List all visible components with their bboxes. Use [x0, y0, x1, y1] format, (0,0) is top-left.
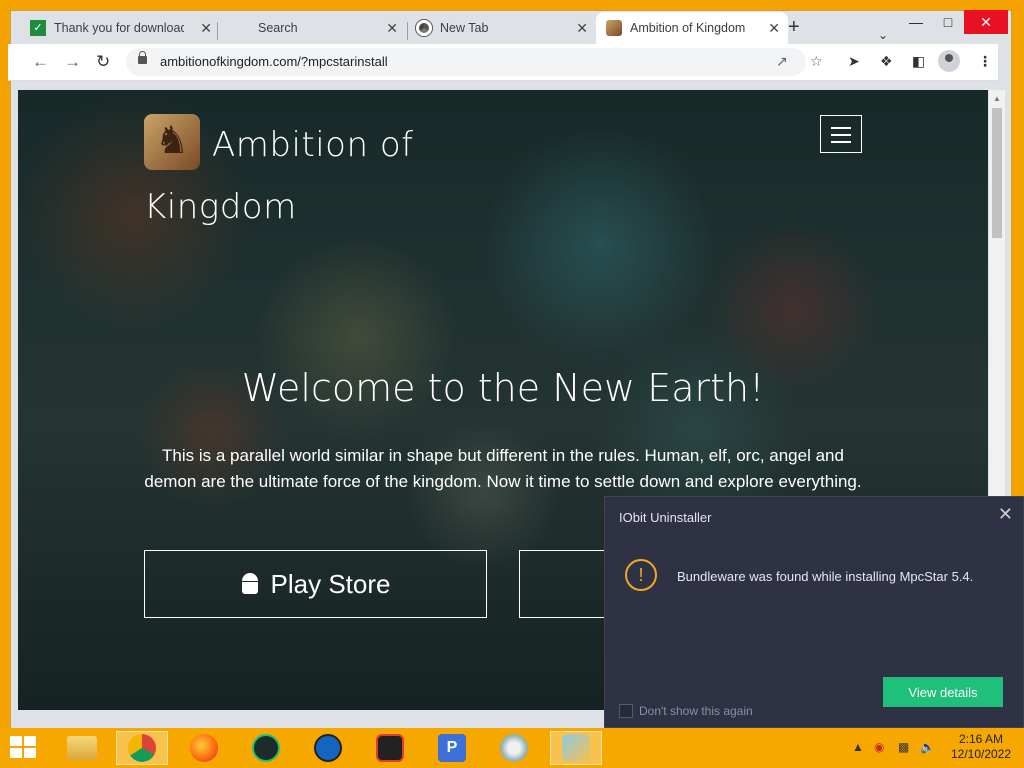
network-icon[interactable]: ▩ [898, 740, 909, 754]
close-tab-icon[interactable]: ✕ [200, 20, 212, 37]
tab-new-tab[interactable]: New Tab ✕ [416, 12, 596, 44]
system-clock[interactable]: 2:16 AM 12/10/2022 [944, 732, 1018, 762]
tab-label: Thank you for download [54, 21, 184, 35]
close-window-button[interactable]: ✕ [964, 10, 1008, 34]
show-hidden-icons-chevron[interactable]: ▲ [852, 740, 864, 754]
window-controls: — □ ✕ [900, 10, 1024, 36]
hamburger-menu-icon[interactable] [820, 115, 862, 153]
ccleaner-icon[interactable] [302, 731, 354, 765]
play-store-button[interactable]: Play Store [144, 550, 487, 618]
forward-arrow-icon[interactable]: → [64, 52, 81, 72]
installer-app-icon[interactable] [550, 731, 602, 765]
side-panel-icon[interactable]: ◧ [912, 53, 925, 70]
new-tab-plus-icon[interactable]: + [788, 16, 800, 39]
lock-icon [138, 51, 147, 64]
iobit-uninstaller-icon[interactable] [240, 731, 292, 765]
close-popup-icon[interactable]: ✕ [998, 504, 1013, 525]
share-icon[interactable]: ↗ [776, 53, 788, 70]
tab-label: Search [258, 21, 298, 35]
popup-title: IObit Uninstaller [619, 510, 712, 525]
tab-label: Ambition of Kingdom [630, 21, 746, 35]
url-text: ambitionofkingdom.com/?mpcstarinstall [160, 54, 388, 69]
windows-start-icon[interactable] [10, 736, 38, 760]
extensions-puzzle-icon[interactable]: ❖ [880, 53, 893, 70]
android-icon [241, 573, 259, 595]
kingdom-favicon-icon [606, 20, 622, 36]
play-store-label: Play Store [270, 568, 391, 599]
screen-recorder-icon[interactable] [364, 731, 416, 765]
settings-tools-icon[interactable] [488, 731, 540, 765]
bookmark-star-icon[interactable]: ☆ [810, 53, 823, 70]
dont-show-checkbox[interactable] [619, 704, 633, 718]
close-tab-icon[interactable]: ✕ [768, 20, 780, 37]
close-tab-icon[interactable]: ✕ [576, 20, 588, 37]
scroll-up-arrow-icon[interactable]: ▲ [993, 94, 1001, 103]
profile-avatar-icon[interactable] [938, 50, 960, 72]
reload-icon[interactable]: ↻ [96, 52, 110, 72]
tab-separator [407, 22, 408, 40]
menu-kebab-icon[interactable]: ⋮ [978, 53, 992, 70]
clock-time: 2:16 AM [958, 732, 1004, 746]
taskbar: P ▲ ◉ ▩ 🔈 2:16 AM 12/10/2022 [0, 728, 1024, 768]
p-app-icon[interactable]: P [426, 731, 478, 765]
clock-date: 12/10/2022 [950, 747, 1012, 761]
close-tab-icon[interactable]: ✕ [386, 20, 398, 37]
maximize-button[interactable]: □ [932, 10, 964, 34]
popup-message: Bundleware was found while installing Mp… [677, 569, 974, 584]
tab-label: New Tab [440, 21, 489, 35]
tab-thank-you[interactable]: ✓ Thank you for download ✕ [30, 12, 220, 44]
scrollbar-thumb[interactable] [992, 108, 1002, 238]
recorder-tray-icon[interactable]: ◉ [874, 740, 884, 754]
tab-ambition-of-kingdom[interactable]: Ambition of Kingdom ✕ [596, 12, 788, 44]
warning-icon: ! [625, 559, 657, 591]
chrome-taskbar-icon[interactable] [116, 731, 168, 765]
file-explorer-icon[interactable] [56, 731, 108, 765]
view-details-button[interactable]: View details [883, 677, 1003, 707]
firefox-icon[interactable] [178, 731, 230, 765]
site-brand[interactable]: Ambition of Kingdom [144, 114, 414, 238]
browser-toolbar: ← → ↻ ambitionofkingdom.com/?mpcstarinst… [8, 44, 998, 81]
back-arrow-icon[interactable]: ← [32, 52, 49, 72]
tab-search-chevron-icon[interactable]: ⌄ [878, 28, 906, 42]
volume-icon[interactable]: 🔈 [920, 740, 935, 754]
chrome-icon [416, 20, 432, 36]
tick-favicon-icon: ✓ [30, 20, 46, 36]
blank-favicon [226, 20, 234, 36]
tab-separator [217, 22, 218, 40]
address-bar[interactable]: ambitionofkingdom.com/?mpcstarinstall ↗ … [126, 48, 823, 76]
hero-title: Welcome to the New Earth! [241, 366, 765, 410]
tab-search[interactable]: Search ✕ [226, 12, 406, 44]
cursor-extension-icon[interactable]: ➤ [848, 53, 860, 70]
iobit-notification: IObit Uninstaller ✕ ! Bundleware was fou… [604, 496, 1024, 728]
dont-show-label[interactable]: Don't show this again [639, 704, 753, 718]
hero-text: This is a parallel world similar in shap… [144, 446, 862, 491]
tab-strip: ✓ Thank you for download ✕ Search ✕ New … [10, 10, 904, 44]
